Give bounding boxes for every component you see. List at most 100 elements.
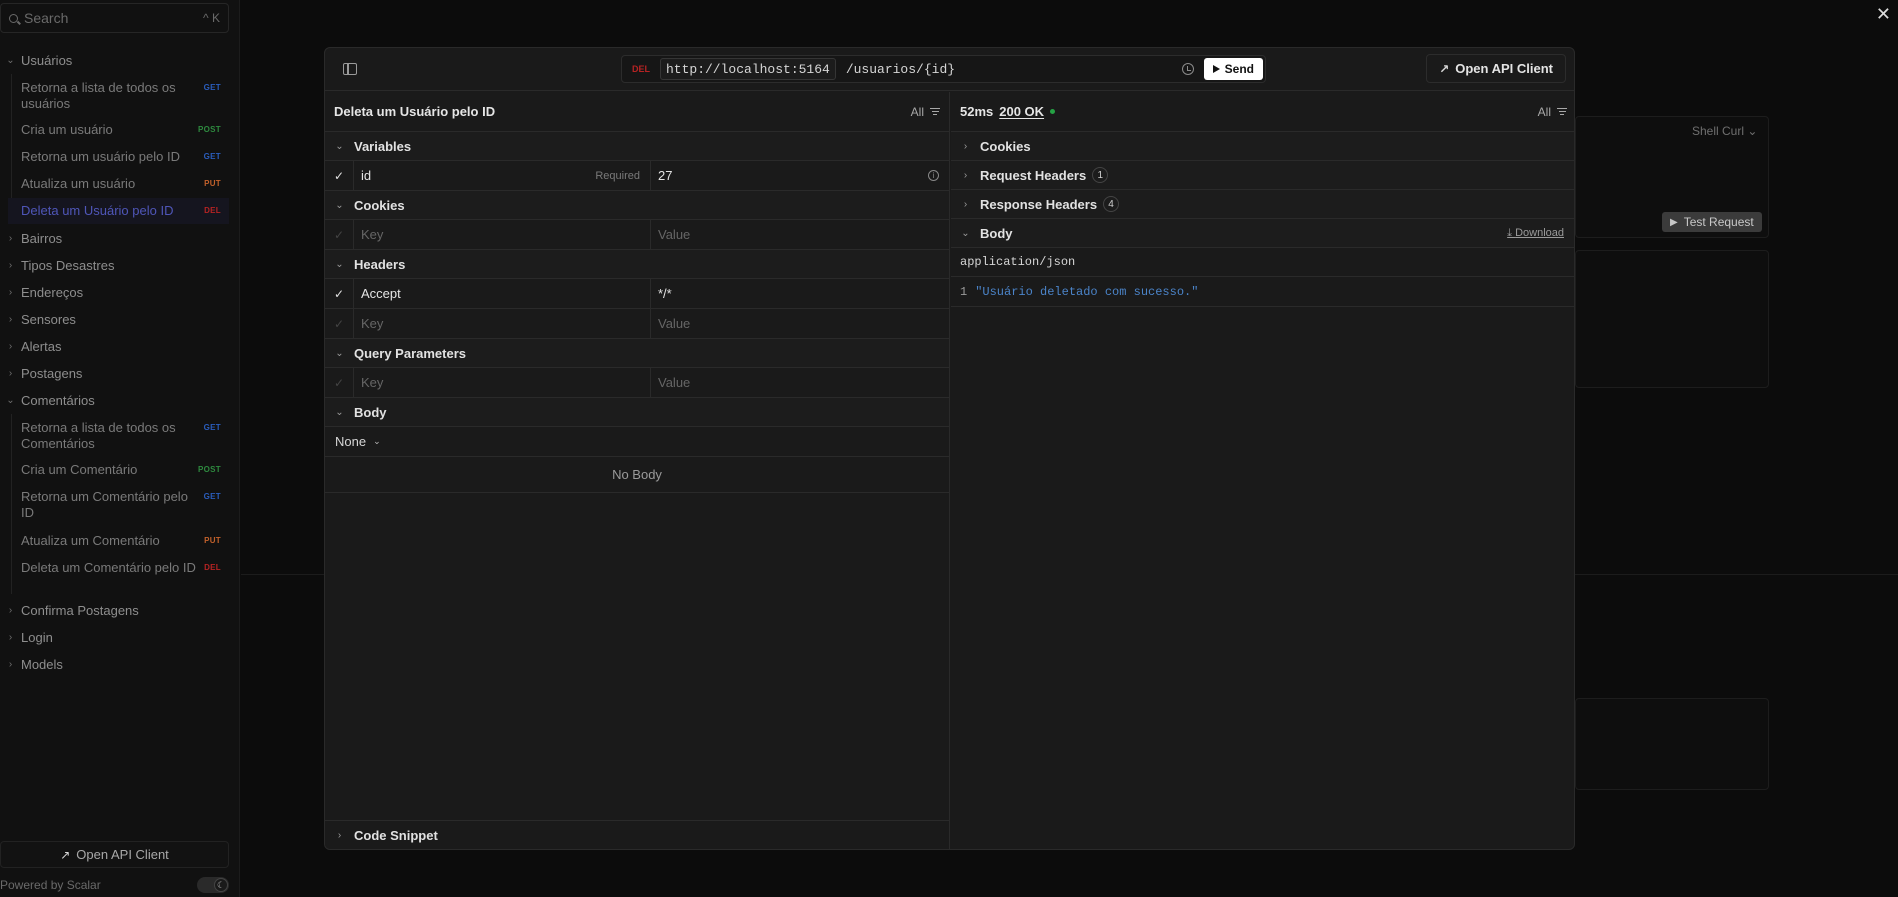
enabled-checkbox[interactable]: ✓: [325, 220, 354, 249]
sidebar-item-deletar-usuario[interactable]: Deleta um Usuário pelo ID DEL: [8, 198, 229, 224]
method-badge: GET: [203, 492, 221, 501]
sidebar-item-criar-comentario[interactable]: Cria um Comentário POST: [8, 462, 229, 478]
method-badge: PUT: [204, 536, 221, 545]
language-select[interactable]: Shell Curl ⌄: [1692, 124, 1757, 138]
arrow-up-right-icon: ↗: [1439, 61, 1450, 76]
play-icon: ▶: [1670, 216, 1678, 228]
sidebar-item-label: Atualiza um usuário: [21, 176, 136, 191]
sidebar-group-models[interactable]: › Models: [0, 652, 229, 676]
response-time: 52ms: [960, 104, 994, 119]
section-cookies[interactable]: ⌄ Cookies: [325, 191, 949, 220]
sidebar-group-alertas[interactable]: › Alertas: [0, 334, 229, 358]
section-variables[interactable]: ⌄ Variables: [325, 132, 949, 161]
variable-key[interactable]: id Required: [354, 161, 651, 190]
section-query-parameters[interactable]: ⌄ Query Parameters: [325, 339, 949, 368]
cookie-value-input[interactable]: Value: [651, 220, 949, 249]
chevron-right-icon: ›: [8, 604, 13, 616]
sidebar-group-login[interactable]: › Login: [0, 625, 229, 649]
cookie-key-input[interactable]: Key: [354, 220, 651, 249]
response-section-response-headers[interactable]: › Response Headers 4: [951, 190, 1574, 219]
sidebar-item-listar-usuarios[interactable]: Retorna a lista de todos os usuários GET: [8, 80, 229, 112]
section-code-snippet[interactable]: › Code Snippet: [325, 820, 949, 849]
sidebar-group-label: Endereços: [21, 284, 84, 300]
enabled-checkbox[interactable]: ✓: [325, 368, 354, 397]
chevron-right-icon: ›: [8, 286, 13, 298]
sidebar-group-tipos-desastres[interactable]: › Tipos Desastres: [0, 253, 229, 277]
sidebar-item-listar-comentarios[interactable]: Retorna a lista de todos os Comentários …: [8, 420, 229, 452]
chevron-down-icon: ⌄: [335, 347, 344, 359]
theme-toggle[interactable]: ☾: [197, 877, 229, 893]
send-button[interactable]: Send: [1203, 58, 1263, 80]
open-api-client-button[interactable]: ↗ Open API Client: [1426, 54, 1566, 83]
sidebar-group-sensores[interactable]: › Sensores: [0, 307, 229, 331]
response-section-request-headers[interactable]: › Request Headers 1: [951, 161, 1574, 190]
download-link[interactable]: ⤓ Download: [1507, 227, 1564, 240]
address-bar[interactable]: DEL http://localhost:5164 /usuarios/{id}…: [621, 55, 1266, 83]
sidebar-item-atualizar-usuario[interactable]: Atualiza um usuário PUT: [8, 176, 229, 192]
chevron-right-icon: ›: [963, 140, 968, 152]
response-body-code[interactable]: 1 "Usuário deletado com sucesso.": [951, 277, 1574, 307]
test-request-button[interactable]: ▶ Test Request: [1662, 212, 1762, 232]
line-number: 1: [960, 284, 968, 299]
sidebar-group-postagens[interactable]: › Postagens: [0, 361, 229, 385]
header-key-input[interactable]: Key: [354, 309, 651, 338]
method-badge: POST: [198, 465, 221, 474]
header-value-input[interactable]: */*: [651, 279, 949, 308]
server-url[interactable]: http://localhost:5164: [660, 58, 836, 80]
close-icon[interactable]: ✕: [1876, 4, 1891, 25]
sidebar-group-confirma-postagens[interactable]: › Confirma Postagens: [0, 598, 229, 622]
response-section-cookies[interactable]: › Cookies: [951, 132, 1574, 161]
chevron-right-icon: ›: [8, 658, 13, 670]
section-body[interactable]: ⌄ Body: [325, 398, 949, 427]
body-type-select[interactable]: None ⌄: [325, 427, 949, 457]
variable-value-text: 27: [658, 168, 673, 183]
chevron-right-icon: ›: [8, 340, 13, 352]
sidebar-group-bairros[interactable]: › Bairros: [0, 226, 229, 250]
sidebar-group-comentarios[interactable]: ⌄ Comentários: [0, 388, 229, 412]
query-value-input[interactable]: Value: [651, 368, 949, 397]
arrow-up-right-icon: ↗: [60, 847, 71, 862]
history-icon[interactable]: [1181, 63, 1194, 75]
request-path[interactable]: /usuarios/{id}: [836, 62, 1182, 77]
sidebar-group-enderecos[interactable]: › Endereços: [0, 280, 229, 304]
powered-by[interactable]: Powered by Scalar: [0, 878, 101, 892]
header-key-input[interactable]: Accept: [354, 279, 651, 308]
sidebar-item-label: Retorna a lista de todos os Comentários: [21, 420, 176, 451]
header-row-empty: ✓ Key Value: [325, 309, 949, 339]
method-badge: GET: [203, 83, 221, 92]
enabled-checkbox[interactable]: ✓: [325, 279, 354, 308]
sidebar-item-deletar-comentario[interactable]: Deleta um Comentário pelo ID DEL: [8, 560, 229, 576]
response-body-text: "Usuário deletado com sucesso.": [975, 284, 1199, 299]
sidebar-toggle-icon[interactable]: [343, 63, 357, 75]
info-icon[interactable]: i: [928, 170, 939, 181]
open-api-client-button[interactable]: ↗ Open API Client: [0, 841, 229, 868]
chevron-down-icon: ⌄: [373, 436, 381, 446]
sidebar-group-label: Sensores: [21, 311, 76, 327]
section-headers[interactable]: ⌄ Headers: [325, 250, 949, 279]
http-method-badge[interactable]: DEL: [622, 64, 660, 74]
count-badge: 4: [1103, 196, 1120, 212]
sidebar-group-label: Tipos Desastres: [21, 257, 115, 273]
response-section-body[interactable]: ⌄ Body ⤓ Download: [951, 219, 1574, 248]
chevron-right-icon: ›: [8, 367, 13, 379]
enabled-checkbox[interactable]: ✓: [325, 161, 354, 190]
sidebar-group-usuarios[interactable]: ⌄ Usuários: [0, 48, 229, 72]
header-row: ✓ Accept */*: [325, 279, 949, 309]
sidebar-item-atualizar-comentario[interactable]: Atualiza um Comentário PUT: [8, 533, 229, 549]
sidebar-item-usuario-por-id[interactable]: Retorna um usuário pelo ID GET: [8, 149, 229, 165]
search-shortcut: ^ K: [203, 11, 220, 25]
response-filter[interactable]: All: [1538, 105, 1567, 119]
variable-value-field[interactable]: 27 i: [651, 161, 949, 190]
chevron-right-icon: ›: [337, 830, 342, 841]
chevron-down-icon: ⌄: [335, 258, 344, 270]
response-status[interactable]: 200 OK: [999, 104, 1044, 119]
sidebar-item-criar-usuario[interactable]: Cria um usuário POST: [8, 122, 229, 138]
enabled-checkbox[interactable]: ✓: [325, 309, 354, 338]
request-filter[interactable]: All: [911, 105, 940, 119]
header-value-input[interactable]: Value: [651, 309, 949, 338]
query-key-input[interactable]: Key: [354, 368, 651, 397]
sidebar-item-comentario-por-id[interactable]: Retorna um Comentário pelo ID GET: [8, 489, 229, 521]
sidebar-item-label: Deleta um Comentário pelo ID: [21, 560, 196, 575]
search-input[interactable]: Search ^ K: [0, 3, 229, 33]
modal-toolbar: DEL http://localhost:5164 /usuarios/{id}…: [325, 48, 1574, 91]
